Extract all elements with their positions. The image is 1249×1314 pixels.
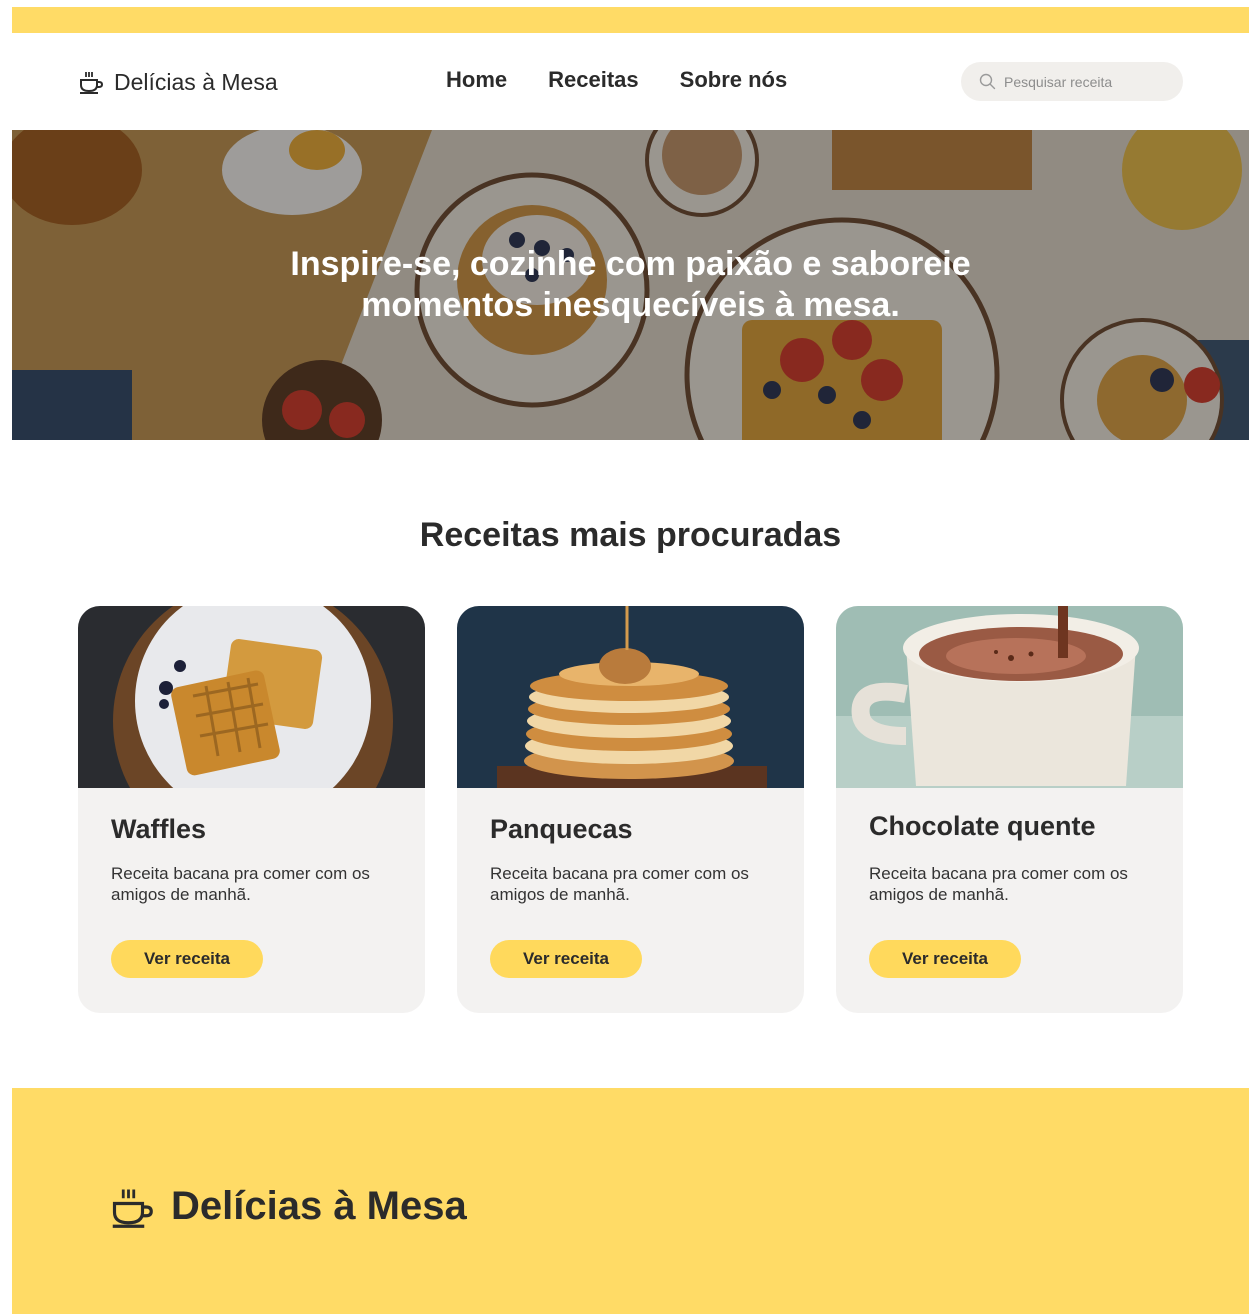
brand-name: Delícias à Mesa: [114, 68, 278, 95]
recipe-card-chocolate-quente: Chocolate quente Receita bacana pra come…: [836, 606, 1183, 1013]
hero-title-line-2: momentos inesquecíveis à mesa.: [361, 286, 900, 324]
card-title: Chocolate quente: [869, 811, 1096, 841]
brand-logo-link[interactable]: Delícias à Mesa: [78, 67, 278, 97]
navbar: Delícias à Mesa Home Receitas Sobre nós: [12, 33, 1249, 130]
ver-receita-button[interactable]: Ver receita: [490, 940, 642, 978]
section-title: Receitas mais procuradas: [419, 516, 842, 554]
card-description: Receita bacana pra comer com os amigos d…: [490, 864, 749, 904]
hero-title-line-1: Inspire-se, cozinhe com paixão e saborei…: [290, 245, 971, 283]
recipe-card-waffles: Waffles Receita bacana pra comer com os …: [78, 606, 425, 1013]
page: Delícias à Mesa Home Receitas Sobre nós: [12, 0, 1249, 1314]
footer: Delícias à Mesa: [12, 1088, 1249, 1314]
card-title: Waffles: [111, 814, 207, 844]
top-accent-strip: [12, 7, 1249, 33]
hero-title: Inspire-se, cozinhe com paixão e saborei…: [12, 244, 1249, 326]
search-input[interactable]: [1004, 73, 1174, 90]
recipe-card-panquecas: Panquecas Receita bacana pra comer com o…: [457, 606, 804, 1013]
hero-banner: Inspire-se, cozinhe com paixão e saborei…: [12, 130, 1249, 440]
search-box: [961, 62, 1183, 101]
card-description: Receita bacana pra comer com os amigos d…: [869, 864, 1128, 904]
card-title: Panquecas: [490, 814, 633, 844]
card-description: Receita bacana pra comer com os amigos d…: [111, 864, 370, 904]
waffles-image: [78, 606, 425, 788]
coffee-cup-icon: [112, 1189, 153, 1228]
nav-receitas[interactable]: Receitas: [548, 67, 639, 93]
footer-brand-name: Delícias à Mesa: [171, 1184, 467, 1228]
nav-sobre-nos[interactable]: Sobre nós: [680, 67, 788, 93]
ver-receita-button[interactable]: Ver receita: [869, 940, 1021, 978]
coffee-cup-icon: [80, 72, 104, 94]
footer-brand: Delícias à Mesa: [109, 1184, 467, 1229]
hot-chocolate-image: [836, 606, 1183, 788]
nav-home[interactable]: Home: [446, 67, 507, 93]
search-icon: [979, 73, 996, 90]
pancakes-image: [457, 606, 804, 788]
ver-receita-button[interactable]: Ver receita: [111, 940, 263, 978]
main-nav: Home Receitas Sobre nós: [446, 67, 787, 93]
